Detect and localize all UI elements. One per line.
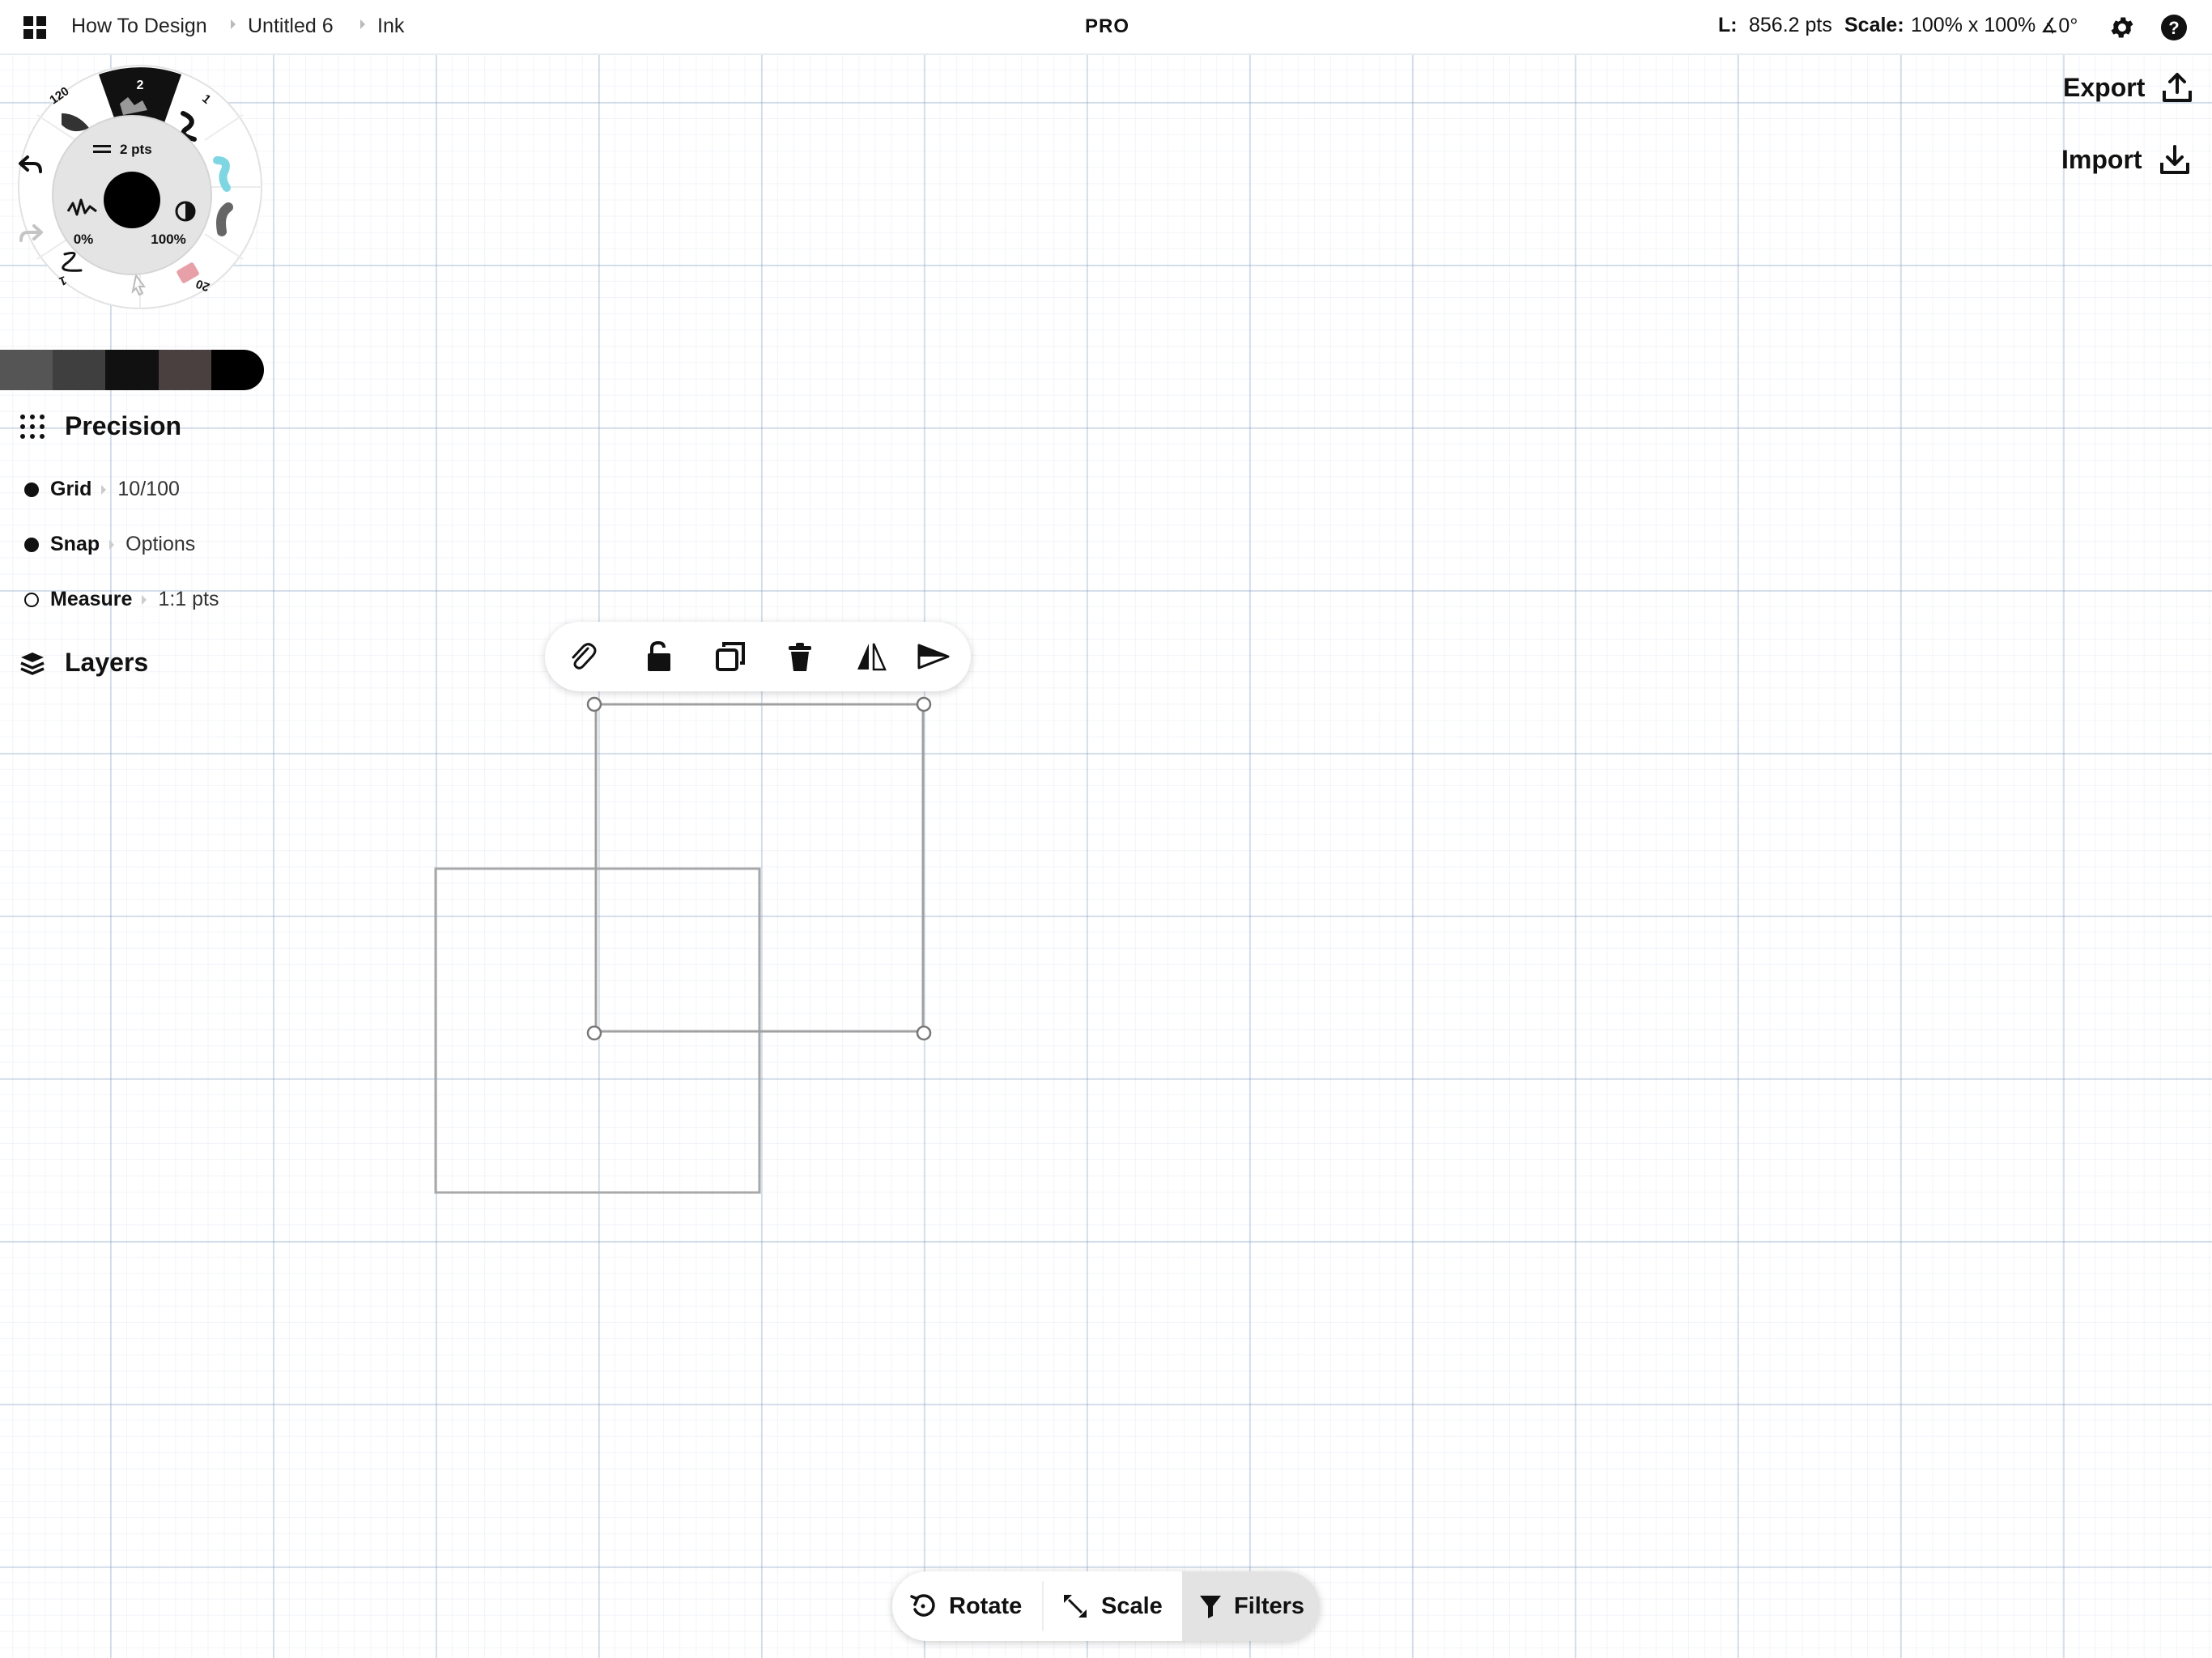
help-icon[interactable]: ? [2160,14,2188,41]
mirror-icon[interactable] [853,639,889,674]
selection-handle[interactable] [586,1025,602,1041]
length-label: L: [1718,14,1738,36]
current-color-swatch[interactable] [104,172,160,228]
angle-value: ∡0° [2040,15,2078,37]
lock-open-icon[interactable] [641,639,677,674]
filters-label: Filters [1234,1592,1305,1619]
color-palette[interactable] [0,350,264,390]
precision-dots-icon [20,414,45,439]
duplicate-icon[interactable] [713,639,748,674]
measure-row[interactable]: Measure 1:1 pts [24,588,219,611]
import-button[interactable]: Import [2061,143,2191,176]
breadcrumb-separator [231,19,236,29]
svg-text:?: ? [2168,18,2179,38]
pro-badge[interactable]: PRO [1085,15,1129,38]
opacity-min-value: 0% [74,232,94,247]
drawing-canvas[interactable] [405,680,972,1206]
breadcrumb-gallery[interactable]: How To Design [71,15,207,38]
rotate-icon [910,1594,935,1617]
scale-icon [1064,1595,1087,1618]
export-button[interactable]: Export [2063,71,2193,104]
color-swatch[interactable] [53,350,106,390]
grid-row[interactable]: Grid 10/100 [24,478,180,501]
filter-funnel-icon [1200,1596,1221,1618]
selection-toolbar [545,622,971,691]
brush-wheel[interactable]: 2 1 20 1 120 2 pts 0% 100% [16,63,264,311]
measure-label: Measure [50,588,133,610]
undo-icon[interactable] [18,154,44,176]
divider [1042,1581,1044,1631]
gear-icon[interactable] [2108,14,2136,41]
transform-bar: Rotate Scale Filters [892,1571,1320,1641]
send-icon[interactable] [916,639,951,674]
layers-title: Layers [65,648,149,677]
upload-icon [2163,73,2193,102]
length-value: 856.2 pts [1749,14,1832,36]
snap-label: Snap [50,533,100,555]
scale-label: Scale [1101,1592,1163,1619]
layers-icon [20,652,45,675]
filters-button[interactable]: Filters [1182,1571,1320,1641]
breadcrumb-drawing[interactable]: Untitled 6 [248,15,334,38]
scale-value: 100% x 100% [1911,14,2036,36]
color-swatch[interactable] [105,350,159,390]
paperclip-icon[interactable] [565,639,601,674]
scale-label: Scale: [1844,14,1904,36]
redo-icon[interactable] [18,223,44,245]
rotate-label: Rotate [949,1592,1023,1619]
row-separator [142,594,147,605]
snap-options[interactable]: Options [125,533,195,556]
breadcrumb-layer[interactable]: Ink [377,15,404,38]
color-swatch[interactable] [158,350,211,390]
row-separator [109,539,115,550]
gallery-grid-icon[interactable] [23,15,47,40]
color-swatch[interactable] [211,350,264,390]
color-swatch[interactable] [0,350,53,390]
trash-icon[interactable] [782,639,818,674]
rotate-button[interactable]: Rotate [908,1571,1022,1641]
breadcrumb-separator [360,19,365,29]
row-separator [101,484,107,495]
brush-size-value[interactable]: 2 pts [120,142,152,157]
grid-value[interactable]: 10/100 [117,478,179,501]
selection-handle[interactable] [586,696,602,712]
scale-button[interactable]: Scale [1061,1571,1163,1641]
import-label: Import [2061,144,2142,174]
opacity-max-value: 100% [151,232,185,247]
grid-toggle[interactable] [24,482,39,497]
download-icon [2159,145,2189,174]
selection-handle[interactable] [916,1025,932,1041]
export-label: Export [2063,72,2146,102]
measure-toggle[interactable] [24,592,39,607]
snap-toggle[interactable] [24,537,39,552]
precision-title: Precision [65,411,182,440]
selection-handle[interactable] [916,696,932,712]
top-bar: How To Design Untitled 6 Ink PRO L: 856.… [0,0,2212,55]
brush-slot-number: 2 [137,79,144,92]
layers-header[interactable]: Layers [19,648,148,678]
snap-row[interactable]: Snap Options [24,533,195,556]
grid-label: Grid [50,478,92,500]
measure-value[interactable]: 1:1 pts [158,588,219,611]
precision-header[interactable]: Precision [19,411,181,441]
